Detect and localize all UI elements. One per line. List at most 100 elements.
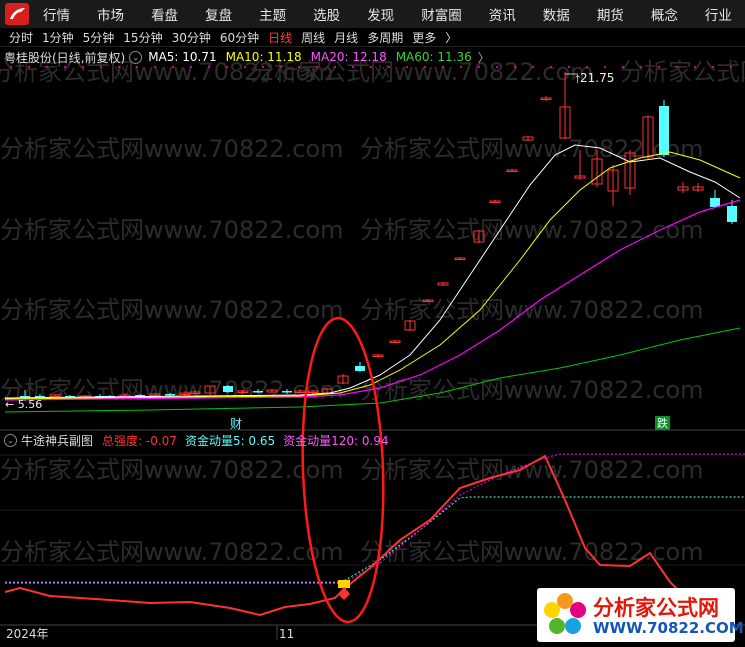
flow5-value: 资金动量5: 0.65 (184, 433, 276, 448)
period-tab-6[interactable]: 日线 (268, 29, 292, 46)
period-tab-4[interactable]: 30分钟 (172, 29, 211, 46)
menu-item-12[interactable]: 行业 (698, 4, 739, 24)
badge-title: 分析家公式网 (593, 596, 719, 620)
chevron-down-icon[interactable]: ⌄ (129, 50, 143, 64)
watermark-text: 分析家公式网www.70822.com (0, 216, 344, 244)
watermark-text: 分析家公式网www.70822.com (360, 376, 704, 404)
top-dot (82, 66, 84, 68)
stock-title[interactable]: 粤桂股份(日线,前复权) (4, 49, 125, 66)
top-dot (694, 66, 696, 68)
candle-body (355, 366, 365, 371)
menu-item-7[interactable]: 财富圈 (414, 4, 469, 24)
watermark-text: 分析家公式网www.70822.com (0, 135, 344, 163)
top-dot (442, 66, 444, 68)
ma5-value: MA5: 10.71 (148, 50, 217, 64)
top-dot (514, 66, 516, 68)
candle-body (165, 394, 175, 396)
low-price-label: ← 5.56 (5, 398, 42, 411)
watermark-text: 分析家公式网www.70822.com (0, 296, 344, 324)
sub-indicator-title[interactable]: 牛途神兵副图 (21, 432, 93, 449)
chevron-right-icon[interactable]: 〉 (445, 29, 457, 46)
candle-body (710, 198, 720, 207)
watermark-layer: 分析家公式网www.70822.com 分析家公式网www.70822.com 分析… (0, 58, 745, 566)
menu-item-3[interactable]: 复盘 (198, 4, 239, 24)
candle-body (727, 206, 737, 222)
period-tab-0[interactable]: 分时 (9, 29, 33, 46)
period-tab-2[interactable]: 5分钟 (83, 29, 115, 46)
period-tab-5[interactable]: 60分钟 (220, 29, 259, 46)
top-dot (28, 66, 30, 68)
period-tab-9[interactable]: 多周期 (367, 29, 403, 46)
top-dot (118, 66, 120, 68)
top-menu-bar: 行情 市场 看盘 复盘 主题 选股 发现 财富圈 资讯 数据 期货 概念 行业 (0, 0, 745, 29)
top-dot (586, 66, 588, 68)
menu-item-1[interactable]: 市场 (90, 4, 131, 24)
main-chart-header: 粤桂股份(日线,前复权) ⌄ MA5: 10.71 MA10: 11.18 MA… (0, 48, 745, 66)
top-dot (676, 66, 678, 68)
top-dot (478, 66, 480, 68)
top-dot (154, 66, 156, 68)
menu-item-4[interactable]: 主题 (252, 4, 293, 24)
menu-item-8[interactable]: 资讯 (482, 4, 523, 24)
top-dot (640, 66, 642, 68)
menu-item-0[interactable]: 行情 (36, 4, 77, 24)
period-tab-8[interactable]: 月线 (334, 29, 358, 46)
top-dot (424, 66, 426, 68)
ma10-value: MA10: 11.18 (225, 50, 302, 64)
chevron-down-icon[interactable]: ⌄ (4, 433, 17, 447)
top-dot (262, 66, 264, 68)
chevron-right-icon[interactable]: 〉 (478, 49, 490, 66)
menu-item-6[interactable]: 发现 (360, 4, 401, 24)
axis-month: 11 (279, 627, 294, 641)
top-dot (658, 66, 660, 68)
kline-chart[interactable]: 分析家公式网www.70822.com 分析家公式网www.70822.com 分析… (0, 0, 745, 647)
app-logo-icon[interactable] (4, 2, 30, 26)
sub-chart-header: ⌄ 牛途神兵副图 总强度: -0.07 资金动量5: 0.65 资金动量120:… (0, 431, 745, 449)
top-dot (712, 66, 714, 68)
top-dot (334, 66, 336, 68)
menu-item-9[interactable]: 数据 (536, 4, 577, 24)
period-tab-1[interactable]: 1分钟 (42, 29, 74, 46)
watermark-text: 分析家公式网www.70822.com (360, 296, 704, 324)
menu-item-5[interactable]: 选股 (306, 4, 347, 24)
top-dot (10, 66, 12, 68)
ma60-value: MA60: 11.36 (395, 50, 472, 64)
marker-cai: 财 (230, 417, 242, 431)
flow120-value: 资金动量120: 0.94 (283, 433, 389, 448)
top-dot (370, 66, 372, 68)
watermark-text: 分析家公式网www.70822.com (360, 216, 704, 244)
top-dot (532, 66, 534, 68)
marker-die: 跌 (657, 416, 668, 430)
badge-url: WWW.70822.COM (593, 619, 744, 637)
top-dot (244, 66, 246, 68)
top-dot (136, 66, 138, 68)
top-dot (568, 66, 570, 68)
site-badge: 分析家公式网 WWW.70822.COM (537, 588, 744, 642)
top-dot (730, 66, 732, 68)
top-dot (496, 66, 498, 68)
top-dot (460, 66, 462, 68)
menu-item-10[interactable]: 期货 (590, 4, 631, 24)
signal-marker (338, 580, 350, 588)
menu-item-2[interactable]: 看盘 (144, 4, 185, 24)
candle-body (659, 106, 669, 155)
top-dot (316, 66, 318, 68)
watermark-text: 分析家公式网www.70822.com (360, 538, 704, 566)
top-dot (190, 66, 192, 68)
menu-item-11[interactable]: 概念 (644, 4, 685, 24)
candle-body (223, 386, 233, 392)
watermark-text: 分析家公式网www.70822.com (0, 456, 344, 484)
watermark-text: 分析家公式网www.70822.com (360, 456, 704, 484)
top-dot (406, 66, 408, 68)
flower-logo-icon (544, 593, 586, 634)
top-dot (172, 66, 174, 68)
total-strength-value: 总强度: -0.07 (102, 433, 177, 448)
period-tab-7[interactable]: 周线 (301, 29, 325, 46)
top-dot (208, 66, 210, 68)
top-dot (352, 66, 354, 68)
top-dot (604, 66, 606, 68)
main-menu: 行情 市场 看盘 复盘 主题 选股 发现 财富圈 资讯 数据 期货 概念 行业 (36, 4, 745, 24)
top-dot (622, 66, 624, 68)
period-tab-10[interactable]: 更多 (412, 29, 436, 46)
period-tab-3[interactable]: 15分钟 (123, 29, 162, 46)
